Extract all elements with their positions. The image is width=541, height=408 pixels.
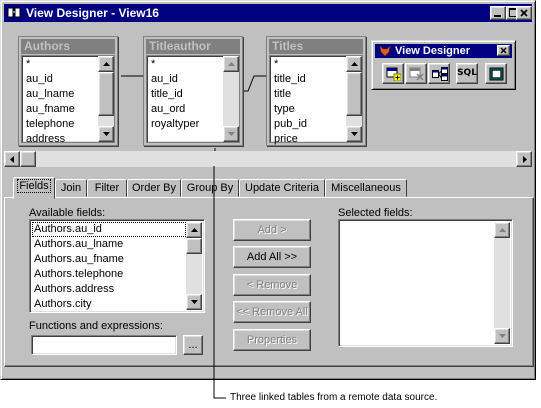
caption-leader-line bbox=[213, 166, 226, 399]
tab-fields[interactable]: Fields bbox=[13, 177, 55, 199]
figure-caption: Three linked tables from a remote data s… bbox=[230, 392, 438, 403]
